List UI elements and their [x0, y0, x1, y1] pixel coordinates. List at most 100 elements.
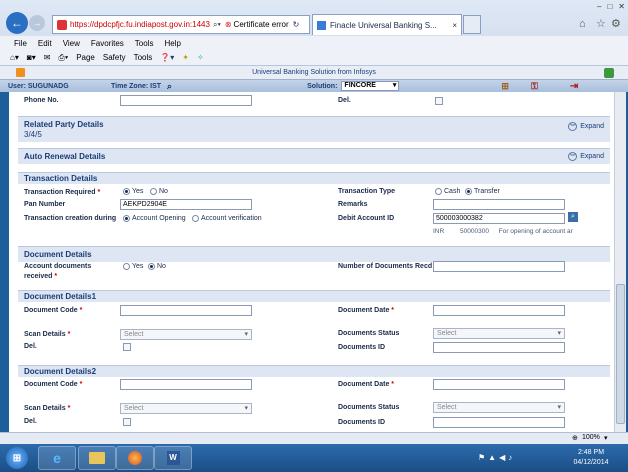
scan-details-text: Scan Details	[24, 331, 66, 338]
debit-amount: 50000300	[460, 228, 489, 235]
calculator-icon[interactable]: ⊞	[501, 81, 509, 92]
close-window-icon[interactable]: ✕	[618, 2, 625, 12]
num-docs-input[interactable]	[433, 261, 565, 272]
user-bar: User: SUGUNADG Time Zone: IST ⌕ Solution…	[0, 80, 628, 92]
auto-renewal-header[interactable]: Auto Renewal Details	[18, 148, 610, 164]
cmd-page[interactable]: Page	[76, 53, 95, 62]
menu-item-view[interactable]: View	[63, 39, 80, 48]
minimize-icon[interactable]: –	[597, 2, 601, 12]
txn-type-cash[interactable]: Cash	[435, 188, 460, 195]
doc2-id-input[interactable]	[433, 417, 565, 428]
doc1-header: Document Details1	[18, 290, 610, 302]
vertical-scrollbar[interactable]	[614, 92, 626, 432]
back-button[interactable]: ←	[6, 12, 28, 34]
acc-docs-yes[interactable]: Yes	[123, 263, 143, 270]
taskbar-explorer-icon[interactable]	[78, 446, 116, 470]
related-party-header[interactable]: Related Party Details 3/4/5	[18, 116, 610, 142]
menu-item-file[interactable]: File	[14, 39, 27, 48]
solution-select[interactable]: FINCORE ▾	[341, 81, 400, 91]
remarks-input[interactable]	[433, 199, 565, 210]
forward-button[interactable]: →	[29, 15, 45, 31]
mail-icon[interactable]: ✉	[44, 53, 51, 62]
required-marker: *	[391, 381, 395, 388]
doc1-id-input[interactable]	[433, 342, 565, 353]
required-marker: *	[54, 273, 58, 280]
doc1-code-input[interactable]	[120, 305, 252, 316]
start-button[interactable]: ⊞	[6, 447, 28, 469]
browser-tab[interactable]: Finacle Universal Banking S... ×	[312, 14, 462, 35]
doc1-status-select[interactable]: Select	[433, 328, 565, 339]
refresh-icon[interactable]: ↻	[293, 20, 300, 29]
doc1-scan-select[interactable]: Select	[120, 329, 252, 340]
doc1-date-input[interactable]	[433, 305, 565, 316]
help-icon[interactable]: ❓▾	[160, 53, 174, 62]
doc2-code-input[interactable]	[120, 379, 252, 390]
doc1-date-label: Document Date *	[338, 307, 394, 314]
acc-docs-text: Account documents	[24, 263, 92, 270]
related-party-expand[interactable]: ︾ Expand	[568, 122, 604, 131]
timezone-label: Time Zone: IST	[111, 82, 162, 90]
del-checkbox[interactable]	[435, 97, 443, 105]
logout-icon[interactable]: ⇥	[570, 81, 578, 92]
auto-renewal-expand[interactable]: ︾ Expand	[568, 152, 604, 161]
txn-required-yes[interactable]: Yes	[123, 188, 143, 195]
address-bar[interactable]: https://dpdcpfjc.fu.indiapost.gov.in:144…	[52, 15, 310, 34]
cert-error-icon[interactable]: ⊗	[225, 20, 232, 29]
tray-icons[interactable]: ⚑▲◀♪	[478, 453, 515, 462]
debit-label: Debit Account ID	[338, 215, 395, 222]
txn-required-no[interactable]: No	[150, 188, 168, 195]
addon-icon-2[interactable]: ✧	[197, 53, 204, 62]
doc2-title: Document Details2	[24, 367, 97, 376]
doc2-date-input[interactable]	[433, 379, 565, 390]
doc2-scan-select[interactable]: Select	[120, 403, 252, 414]
favorites-star-icon[interactable]: ☆	[596, 17, 606, 30]
new-tab-button[interactable]	[463, 15, 481, 34]
debit-input[interactable]: 500003000382	[433, 213, 565, 224]
print-icon[interactable]: ⎙▾	[58, 53, 68, 63]
cmd-safety[interactable]: Safety	[103, 53, 126, 62]
cmd-tools[interactable]: Tools	[134, 53, 153, 62]
scrollbar-thumb[interactable]	[616, 284, 625, 424]
pan-input[interactable]: AEKPD2904E	[120, 199, 252, 210]
doc2-del-checkbox[interactable]	[123, 418, 131, 426]
expand-label: Expand	[580, 123, 604, 130]
debit-search-icon[interactable]: ⌕	[568, 212, 578, 222]
zoom-level[interactable]: 100%	[582, 434, 600, 441]
address-url: https://dpdcpfjc.fu.indiapost.gov.in:144…	[70, 20, 210, 29]
clock[interactable]: 2:48 PM 04/12/2014	[566, 448, 616, 468]
search-magnifier-icon[interactable]: ⌕	[167, 81, 172, 92]
menu-item-favorites[interactable]: Favorites	[91, 39, 124, 48]
shortcut-icon[interactable]: ⚿	[531, 81, 538, 92]
zoom-chevron-icon[interactable]: ▾	[604, 434, 608, 442]
menu-item-edit[interactable]: Edit	[38, 39, 52, 48]
clock-date: 04/12/2014	[573, 459, 609, 466]
doc2-code-label: Document Code *	[24, 381, 82, 388]
account-opening-radio[interactable]: Account Opening	[123, 215, 186, 222]
close-tab-icon[interactable]: ×	[452, 21, 457, 30]
radio-label: Transfer	[474, 188, 500, 195]
maximize-icon[interactable]: □	[607, 2, 612, 12]
num-docs-label: Number of Documents Recd	[338, 263, 433, 270]
cert-error-label[interactable]: Certificate error	[234, 20, 289, 29]
settings-gear-icon[interactable]: ⚙	[611, 17, 621, 30]
search-icon[interactable]: ⌕▾	[213, 20, 221, 30]
doc2-status-select[interactable]: Select	[433, 402, 565, 413]
zoom-icon[interactable]: ⊕	[572, 434, 578, 442]
window-controls[interactable]: – □ ✕	[555, 2, 625, 12]
feeds-icon[interactable]: ◙▾	[27, 53, 36, 62]
taskbar-word-icon[interactable]: W	[154, 446, 192, 470]
taskbar-firefox-icon[interactable]	[116, 446, 154, 470]
acc-docs-no[interactable]: No	[148, 263, 166, 270]
menu-item-help[interactable]: Help	[164, 39, 180, 48]
txn-type-transfer[interactable]: Transfer	[465, 188, 500, 195]
addon-icon-1[interactable]: ✦	[182, 53, 189, 62]
account-verification-radio[interactable]: Account verification	[192, 215, 262, 222]
taskbar-ie-icon[interactable]: e	[38, 446, 76, 470]
doc1-code-label: Document Code *	[24, 307, 82, 314]
home-cmd-icon[interactable]: ⌂▾	[10, 53, 19, 62]
phone-input[interactable]	[120, 95, 252, 106]
form-content: Phone No. Del. Related Party Details 3/4…	[9, 92, 614, 432]
menu-item-tools[interactable]: Tools	[135, 39, 154, 48]
doc1-del-checkbox[interactable]	[123, 343, 131, 351]
home-icon[interactable]: ⌂	[579, 18, 586, 30]
